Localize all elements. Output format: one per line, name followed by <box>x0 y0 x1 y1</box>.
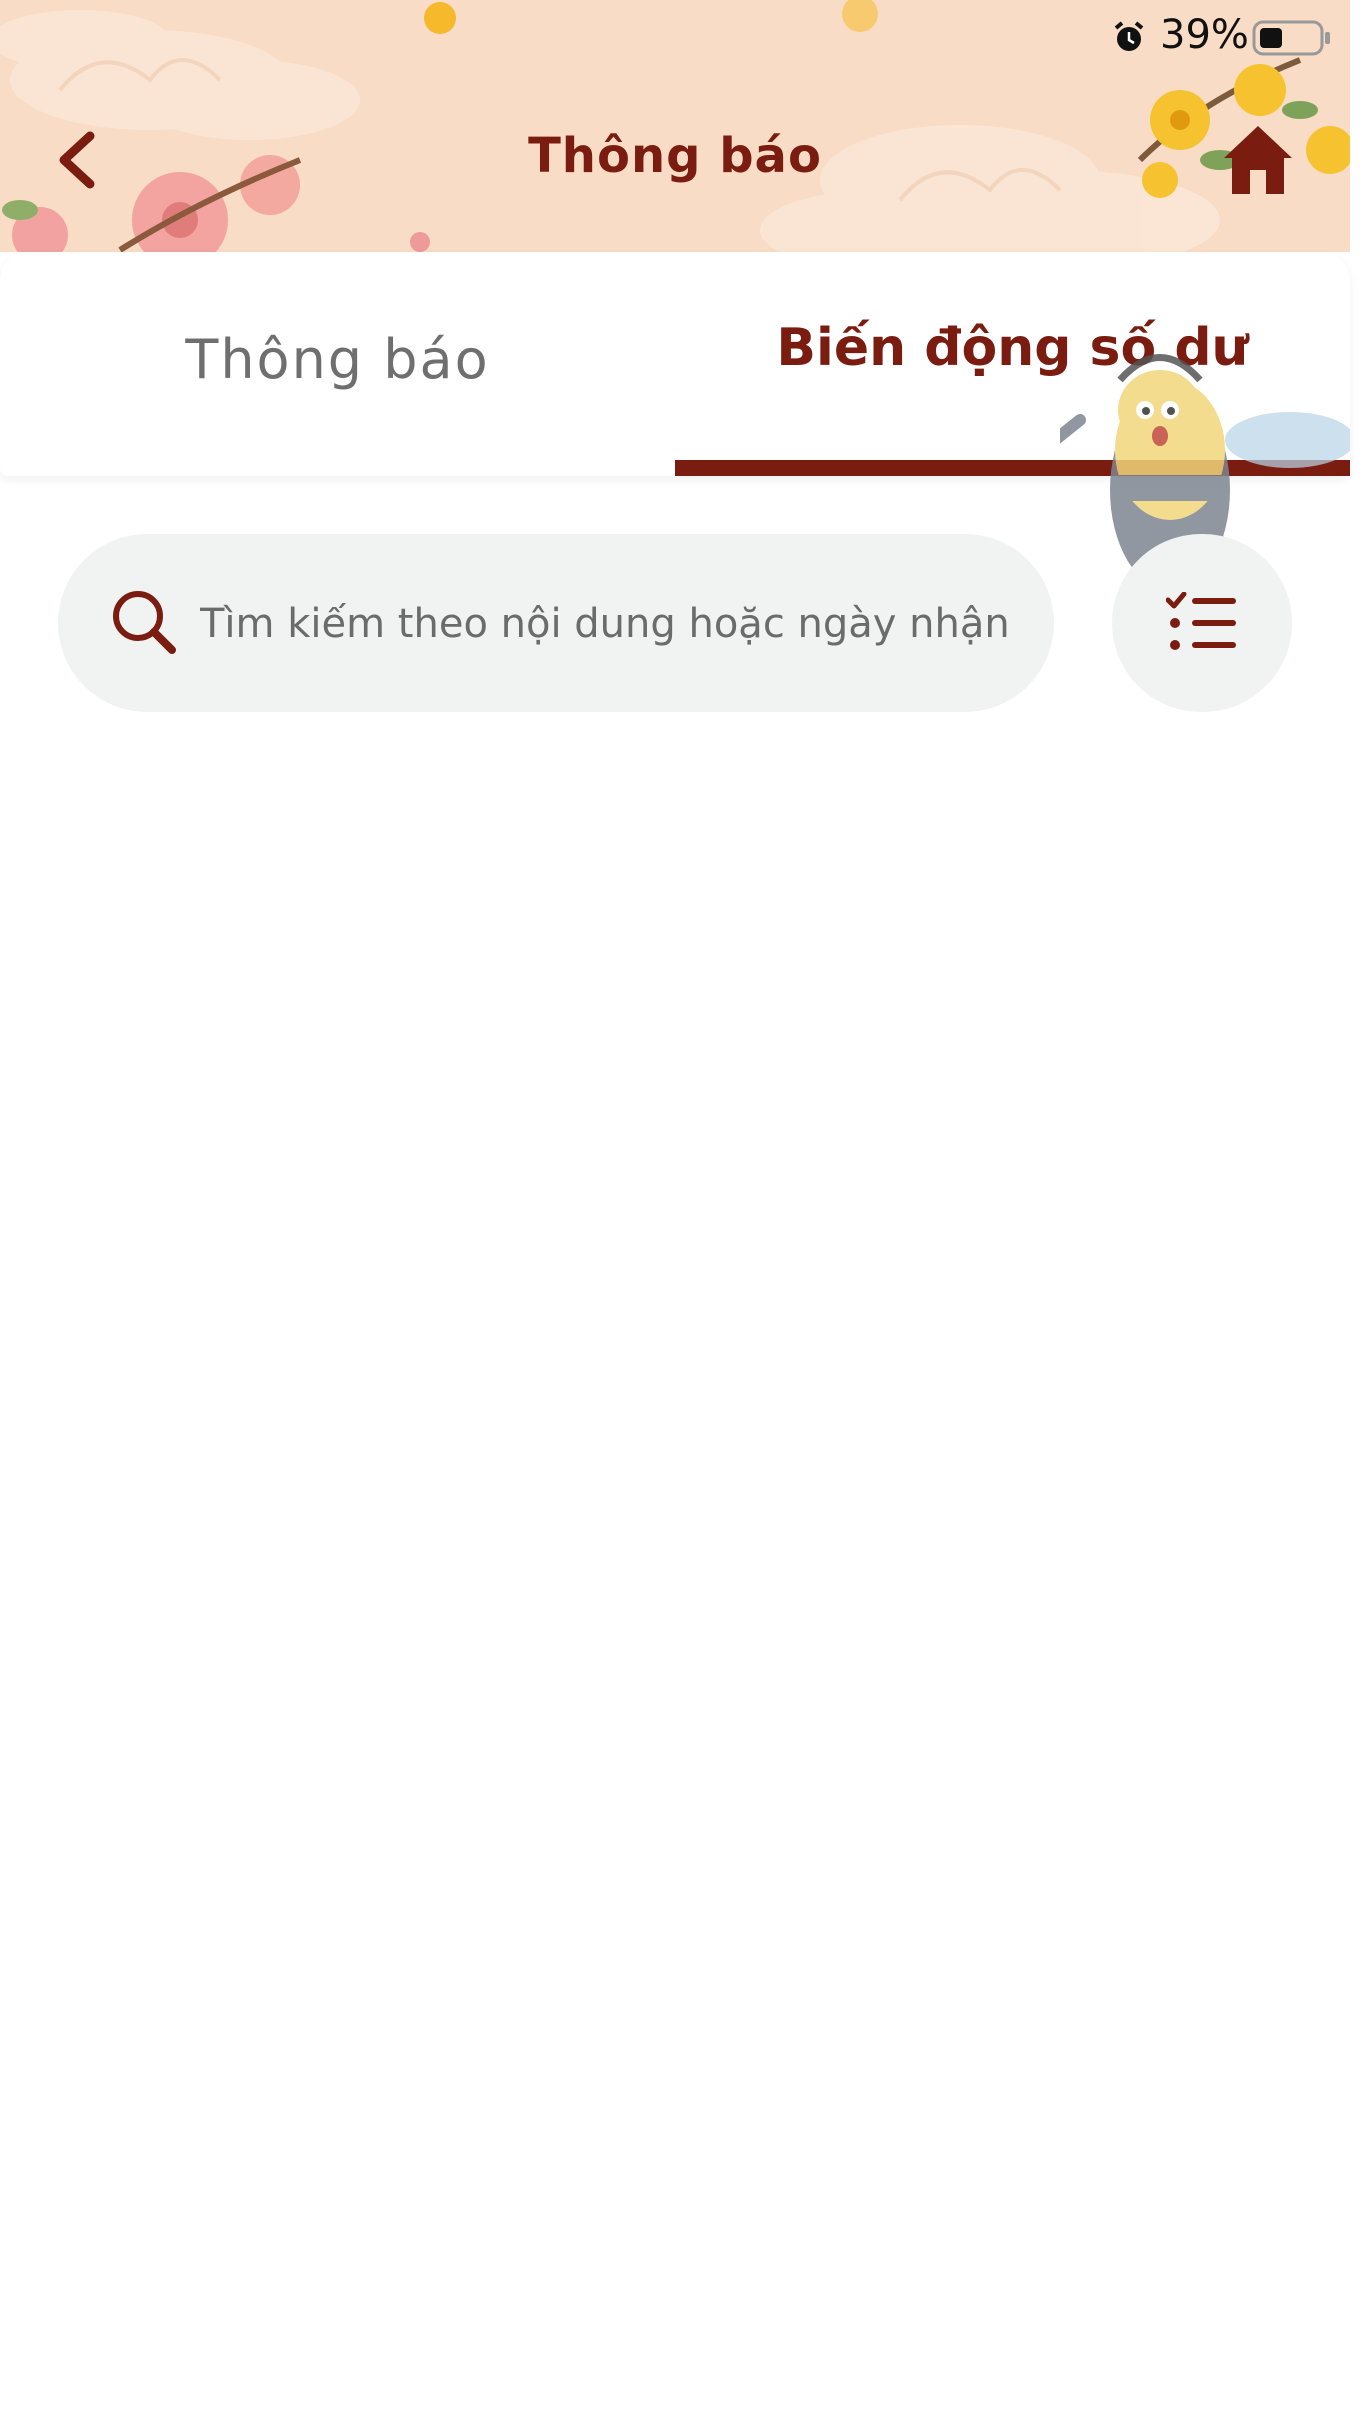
search-bar[interactable] <box>58 534 1054 712</box>
page-title: Thông báo <box>528 128 822 184</box>
filter-button[interactable] <box>1112 534 1292 712</box>
search-input[interactable] <box>200 584 1040 664</box>
battery-icon <box>1252 20 1330 56</box>
checklist-icon <box>1166 592 1236 650</box>
tab-notifications[interactable]: Thông báo <box>0 252 675 476</box>
status-bar: 39% <box>0 8 1370 64</box>
battery-percent: 39% <box>1160 12 1249 58</box>
home-button[interactable] <box>1222 122 1294 196</box>
right-edge <box>1350 0 1370 2436</box>
search-icon <box>113 591 176 654</box>
alarm-icon <box>1114 21 1144 51</box>
tab-notifications-label: Thông báo <box>185 327 490 391</box>
home-icon <box>1224 126 1292 194</box>
